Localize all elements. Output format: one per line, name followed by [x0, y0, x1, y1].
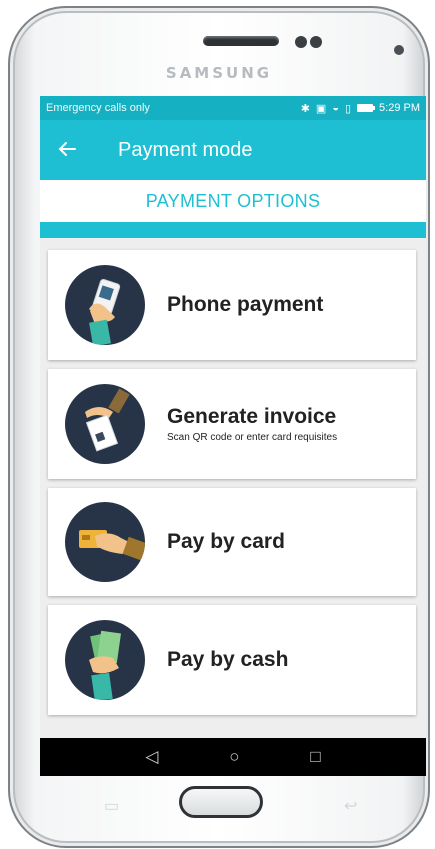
nav-home-icon[interactable]: ○	[229, 747, 239, 767]
device-brand: SAMSUNG	[165, 64, 273, 82]
system-nav-bar: ◁ ○ □	[40, 738, 426, 776]
bluetooth-icon: ✱	[300, 102, 310, 115]
status-icons: ✱ ▣ ◒ ▯ 5:29 PM	[301, 102, 420, 115]
option-title: Phone payment	[167, 293, 324, 316]
status-bar: Emergency calls only ✱ ▣ ◒ ▯ 5:29 PM	[40, 96, 426, 120]
phone-qr-hand-icon	[65, 265, 145, 345]
app-bar: Payment mode	[40, 120, 426, 180]
hardware-recents-icon[interactable]: ▭	[104, 796, 119, 816]
sim-icon: ▯	[344, 102, 352, 115]
option-phone-payment[interactable]: Phone payment	[48, 250, 416, 360]
tab-payment-options[interactable]: PAYMENT OPTIONS	[40, 180, 426, 222]
wifi-icon: ◒	[332, 102, 339, 114]
option-subtitle: Scan QR code or enter card requisites	[167, 432, 338, 443]
option-generate-invoice[interactable]: Generate invoice Scan QR code or enter c…	[48, 369, 416, 479]
hardware-home-button[interactable]	[179, 786, 263, 818]
tab-indicator	[40, 222, 426, 238]
page-title: Payment mode	[118, 138, 253, 161]
cash-hand-icon	[65, 620, 145, 700]
payment-options-list: Phone payment Generate invoice Scan QR c…	[48, 250, 416, 724]
nav-back-icon[interactable]: ◁	[145, 747, 158, 767]
battery-icon	[357, 104, 376, 112]
status-time: 5:29 PM	[379, 102, 420, 114]
option-title: Pay by cash	[167, 648, 289, 671]
front-camera	[394, 45, 404, 55]
nav-recents-icon[interactable]: □	[310, 747, 320, 767]
sensor-dot	[295, 36, 307, 48]
status-carrier-text: Emergency calls only	[46, 102, 150, 114]
option-title: Pay by card	[167, 530, 285, 553]
arrow-left-icon-svg	[58, 142, 76, 156]
speaker-grille	[203, 36, 279, 46]
nfc-icon: ▣	[315, 102, 327, 115]
hardware-back-icon[interactable]: ↩	[344, 796, 357, 816]
option-title: Generate invoice	[167, 405, 337, 428]
invoice-hand-icon	[65, 384, 145, 464]
screen: Emergency calls only ✱ ▣ ◒ ▯ 5:29 PM Pay…	[40, 96, 426, 776]
tab-label: PAYMENT OPTIONS	[145, 190, 321, 211]
option-pay-by-card[interactable]: Pay by card	[48, 488, 416, 596]
card-hand-icon	[65, 502, 145, 582]
arrow-left-icon[interactable]	[58, 139, 102, 161]
option-pay-by-cash[interactable]: Pay by cash	[48, 605, 416, 715]
sensor-dot	[310, 36, 322, 48]
